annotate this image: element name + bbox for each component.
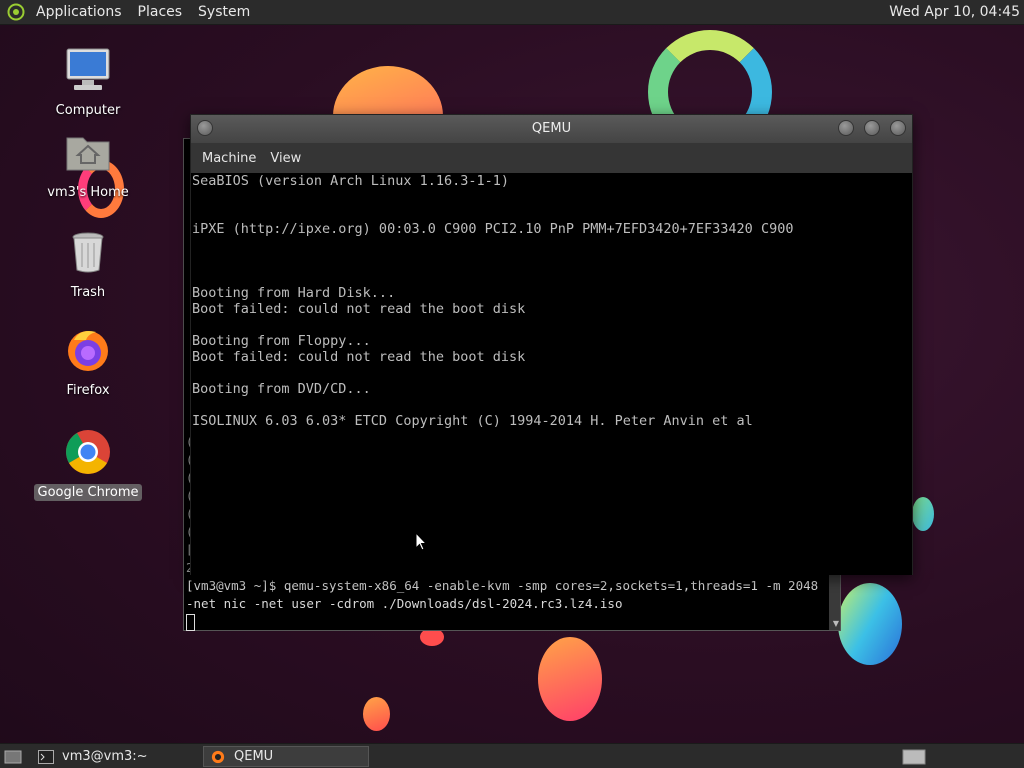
show-desktop-icon bbox=[4, 750, 22, 763]
view-menu[interactable]: View bbox=[263, 151, 308, 166]
close-button[interactable] bbox=[890, 120, 906, 136]
taskbar-item-label: QEMU bbox=[234, 749, 274, 764]
background-bubble bbox=[838, 583, 902, 665]
desktop-icon-label: Computer bbox=[55, 103, 121, 118]
top-panel: Applications Places System Wed Apr 10, 0… bbox=[0, 0, 1024, 25]
scroll-down-arrow-icon[interactable]: ▼ bbox=[833, 619, 839, 628]
bios-line: Boot failed: could not read the boot dis… bbox=[192, 349, 526, 365]
window-menu-button[interactable] bbox=[197, 120, 213, 136]
terminal-output[interactable]: [vm3@vm3 ~]$ qemu-system-x86_64 -enable-… bbox=[186, 577, 826, 631]
taskbar-item-terminal[interactable]: vm3@vm3:~ bbox=[32, 746, 198, 767]
bios-line: SeaBIOS (version Arch Linux 1.16.3-1-1) bbox=[192, 173, 509, 189]
bios-line: Booting from Floppy... bbox=[192, 333, 371, 349]
desktop-icon-google-chrome[interactable]: Google Chrome bbox=[33, 428, 143, 501]
qemu-icon bbox=[211, 750, 225, 763]
desktop-icon-label: Google Chrome bbox=[33, 484, 143, 501]
vm-display[interactable]: SeaBIOS (version Arch Linux 1.16.3-1-1) … bbox=[191, 173, 912, 575]
applications-menu[interactable]: Applications bbox=[28, 0, 130, 25]
computer-icon bbox=[66, 48, 110, 90]
chrome-icon bbox=[66, 430, 110, 474]
firefox-icon bbox=[68, 331, 108, 371]
workspace-icon bbox=[902, 749, 926, 764]
desktop-icon-home[interactable]: vm3's Home bbox=[33, 128, 143, 201]
background-bubble bbox=[363, 697, 390, 731]
bios-line: Boot failed: could not read the boot dis… bbox=[192, 301, 526, 317]
bottom-panel: vm3@vm3:~ QEMU bbox=[0, 743, 1024, 768]
terminal-cursor bbox=[186, 614, 195, 631]
desktop-icon-trash[interactable]: Trash bbox=[33, 228, 143, 301]
terminal-icon bbox=[38, 749, 54, 764]
machine-menu[interactable]: Machine bbox=[195, 151, 263, 166]
minimize-button[interactable] bbox=[838, 120, 854, 136]
bios-line: Booting from Hard Disk... bbox=[192, 285, 396, 301]
clock[interactable]: Wed Apr 10, 04:45 bbox=[889, 0, 1020, 25]
window-title: QEMU bbox=[531, 121, 572, 136]
background-bubble bbox=[912, 497, 934, 531]
workspace-switcher[interactable] bbox=[896, 746, 926, 767]
desktop-icon-firefox[interactable]: Firefox bbox=[33, 326, 143, 399]
desktop-icon-label: Trash bbox=[70, 285, 106, 300]
distro-logo-icon[interactable] bbox=[6, 2, 26, 22]
terminal-command-line: [vm3@vm3 ~]$ qemu-system-x86_64 -enable-… bbox=[186, 578, 826, 611]
desktop-icon-computer[interactable]: Computer bbox=[33, 46, 143, 119]
bios-line: Booting from DVD/CD... bbox=[192, 381, 371, 397]
qemu-window[interactable]: QEMU Machine View SeaBIOS (version Arch … bbox=[190, 114, 913, 575]
home-folder-icon bbox=[66, 137, 110, 171]
qemu-menubar: Machine View bbox=[191, 143, 912, 173]
qemu-titlebar[interactable]: QEMU bbox=[191, 115, 912, 143]
mouse-pointer-icon bbox=[415, 532, 427, 551]
maximize-button[interactable] bbox=[864, 120, 880, 136]
places-menu[interactable]: Places bbox=[130, 0, 191, 25]
taskbar-item-label: vm3@vm3:~ bbox=[62, 749, 148, 764]
show-desktop-button[interactable] bbox=[2, 746, 24, 767]
bios-line: ISOLINUX 6.03 6.03* ETCD Copyright (C) 1… bbox=[192, 413, 753, 429]
taskbar-item-qemu[interactable]: QEMU bbox=[203, 746, 369, 767]
desktop-icon-label: vm3's Home bbox=[47, 185, 129, 200]
desktop-icon-label: Firefox bbox=[66, 383, 110, 398]
background-bubble bbox=[538, 637, 602, 721]
trash-icon bbox=[72, 232, 104, 273]
bios-line: iPXE (http://ipxe.org) 00:03.0 C900 PCI2… bbox=[192, 221, 794, 237]
system-menu[interactable]: System bbox=[190, 0, 258, 25]
